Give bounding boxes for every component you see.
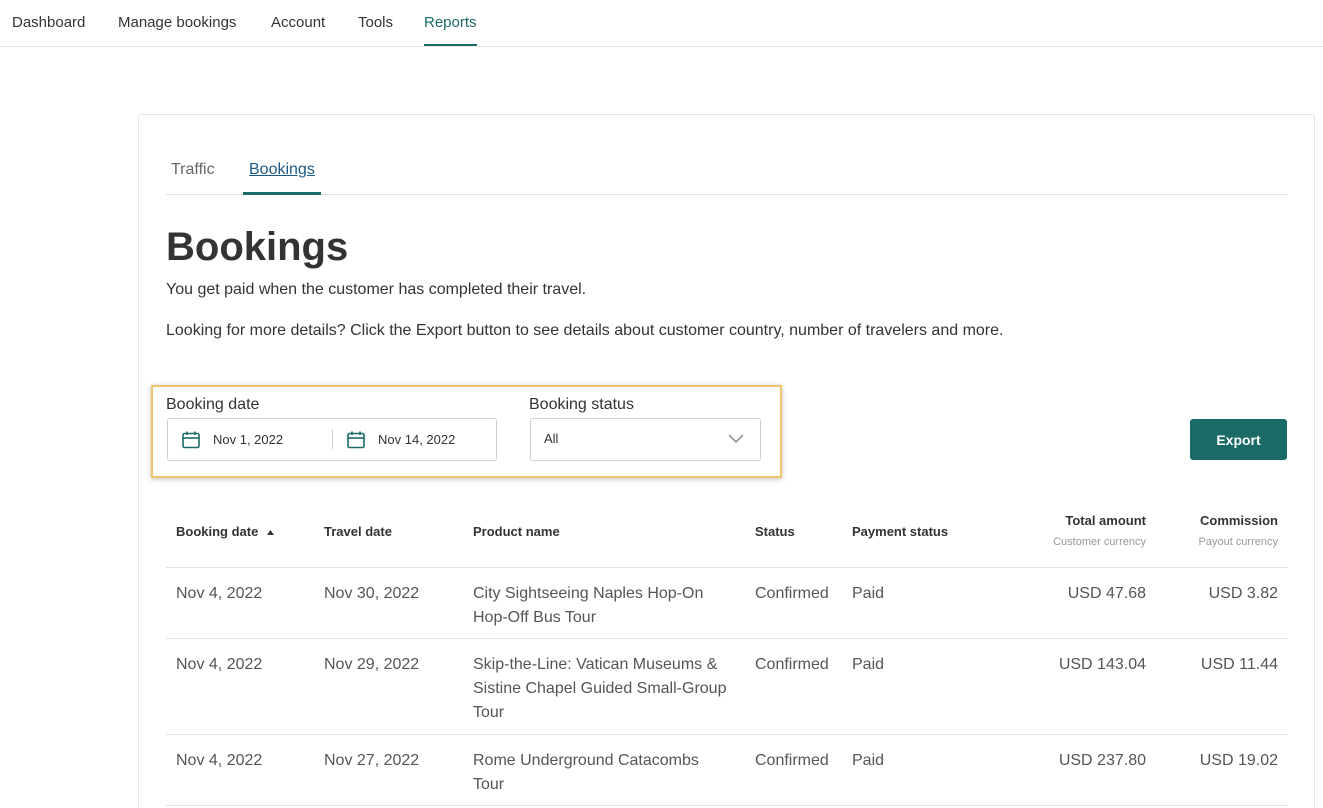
filter-panel: Booking date Nov 1, 2022 Nov 14, 2022 Bo…	[151, 385, 782, 478]
cell-total-amount: USD 237.80	[1058, 752, 1146, 769]
tab-traffic[interactable]: Traffic	[171, 155, 215, 195]
header-booking-date[interactable]: Booking date	[176, 524, 274, 539]
header-payment-status: Payment status	[852, 524, 949, 539]
end-date-field[interactable]: Nov 14, 2022	[346, 419, 455, 460]
cell-payment-status: Paid	[852, 585, 885, 602]
cell-booking-date: Nov 4, 2022	[176, 656, 263, 673]
nav-manage-bookings[interactable]: Manage bookings	[118, 0, 236, 46]
cell-product-name: City Sightseeing Naples Hop-On Hop-Off B…	[473, 585, 704, 626]
cell-product-name: Skip-the-Line: Vatican Museums & Sistine…	[473, 656, 727, 721]
calendar-icon	[347, 431, 365, 448]
table-header: Booking date Travel date Product name St…	[166, 495, 1288, 568]
tab-bookings[interactable]: Bookings	[243, 155, 321, 195]
header-booking-date-label: Booking date	[176, 524, 259, 539]
page-description: You get paid when the customer has compl…	[166, 281, 587, 298]
start-date-value: Nov 1, 2022	[213, 432, 284, 447]
header-commission: Commission	[1199, 513, 1278, 528]
cell-travel-date: Nov 29, 2022	[324, 656, 420, 673]
table-row[interactable]: Nov 4, 2022 Nov 30, 2022 City Sightseein…	[166, 568, 1288, 639]
header-total-amount-sub: Customer currency	[1053, 536, 1146, 548]
cell-status: Confirmed	[755, 585, 829, 602]
cell-payment-status: Paid	[852, 752, 885, 769]
cell-commission: USD 11.44	[1200, 656, 1278, 673]
cell-status: Confirmed	[755, 752, 829, 769]
nav-account[interactable]: Account	[271, 0, 325, 46]
header-product-name: Product name	[473, 524, 560, 539]
cell-product-name: Rome Underground Catacombs Tour	[473, 752, 699, 793]
nav-dashboard[interactable]: Dashboard	[12, 0, 85, 46]
start-date-field[interactable]: Nov 1, 2022	[181, 419, 283, 460]
booking-status-value: All	[544, 431, 559, 446]
end-date-value: Nov 14, 2022	[378, 432, 456, 447]
nav-reports[interactable]: Reports	[424, 0, 477, 46]
cell-total-amount: USD 143.04	[1058, 656, 1146, 673]
export-button[interactable]: Export	[1190, 419, 1287, 460]
sort-ascending-icon	[266, 530, 274, 536]
reports-card: Traffic Bookings Bookings You get paid w…	[138, 114, 1315, 808]
chevron-down-icon	[728, 434, 744, 444]
cell-commission: USD 19.02	[1199, 752, 1278, 769]
cell-commission: USD 3.82	[1208, 585, 1278, 602]
page-title: Bookings	[166, 225, 349, 269]
booking-date-label: Booking date	[166, 396, 260, 413]
export-hint: Looking for more details? Click the Expo…	[166, 322, 1004, 339]
booking-status-label: Booking status	[529, 396, 634, 413]
table-row[interactable]: Nov 4, 2022 Nov 27, 2022 Rome Undergroun…	[166, 735, 1288, 806]
date-range-picker: Nov 1, 2022 Nov 14, 2022	[167, 418, 497, 461]
table-row[interactable]: Nov 4, 2022 Nov 29, 2022 Skip-the-Line: …	[166, 639, 1288, 735]
top-nav: Dashboard Manage bookings Account Tools …	[0, 0, 1323, 47]
cell-payment-status: Paid	[852, 656, 885, 673]
header-travel-date: Travel date	[324, 524, 392, 539]
header-commission-sub: Payout currency	[1198, 536, 1278, 548]
cell-total-amount: USD 47.68	[1067, 585, 1146, 602]
header-status: Status	[755, 524, 795, 539]
cell-travel-date: Nov 27, 2022	[324, 752, 420, 769]
cell-booking-date: Nov 4, 2022	[176, 585, 263, 602]
booking-status-select[interactable]: All	[530, 418, 761, 461]
nav-tools[interactable]: Tools	[358, 0, 393, 46]
calendar-icon	[182, 431, 200, 448]
date-separator	[332, 429, 333, 449]
report-tabs: Traffic Bookings	[166, 155, 1288, 195]
cell-booking-date: Nov 4, 2022	[176, 752, 263, 769]
cell-status: Confirmed	[755, 656, 829, 673]
header-total-amount: Total amount	[1065, 513, 1146, 528]
cell-travel-date: Nov 30, 2022	[324, 585, 420, 602]
